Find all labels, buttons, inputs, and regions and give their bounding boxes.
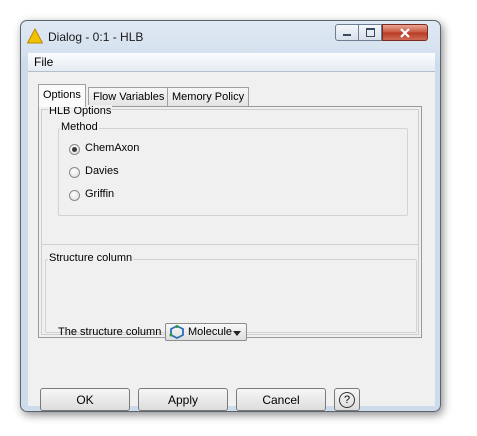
menu-bar: File [28,53,435,72]
radio-label-griffin[interactable]: Griffin [85,188,114,200]
radio-chemaxon[interactable] [69,144,80,155]
window-title: Dialog - 0:1 - HLB [48,30,144,44]
warning-icon [27,28,43,44]
tab-memory-policy[interactable]: Memory Policy [167,87,250,106]
separator [41,244,419,245]
radio-label-chemaxon[interactable]: ChemAxon [85,142,139,154]
tab-options[interactable]: Options [38,84,86,107]
close-icon [400,27,410,38]
radio-griffin[interactable] [69,190,80,201]
minimize-icon [343,34,351,36]
structure-column-label: The structure column [58,326,162,338]
structure-column-select[interactable]: Molecule [165,323,247,341]
help-icon: ? [339,391,355,408]
apply-button[interactable]: Apply [138,388,228,411]
ok-button[interactable]: OK [40,388,130,411]
structure-title: Structure column [48,252,134,264]
minimize-button[interactable] [335,24,359,41]
dialog-window: Dialog - 0:1 - HLB File Options Flow Var… [20,20,441,412]
chevron-down-icon [233,331,241,336]
tab-flow-variables[interactable]: Flow Variables [88,87,170,106]
structure-group [45,259,417,333]
help-button[interactable]: ? [334,388,360,411]
options-panel: HLB Options Method ChemAxon Davies Griff… [38,105,422,341]
cancel-button[interactable]: Cancel [236,388,326,411]
molecule-icon [169,325,184,339]
radio-selected-dot [72,147,77,152]
radio-label-davies[interactable]: Davies [85,165,119,177]
radio-davies[interactable] [69,167,80,178]
close-button[interactable] [382,24,428,41]
structure-column-value: Molecule [188,326,233,338]
maximize-button[interactable] [359,24,382,41]
maximize-icon [365,28,375,37]
menu-file[interactable]: File [34,55,53,69]
dialog-content: Options Flow Variables Memory Policy HLB… [28,72,435,411]
method-title: Method [60,121,99,133]
